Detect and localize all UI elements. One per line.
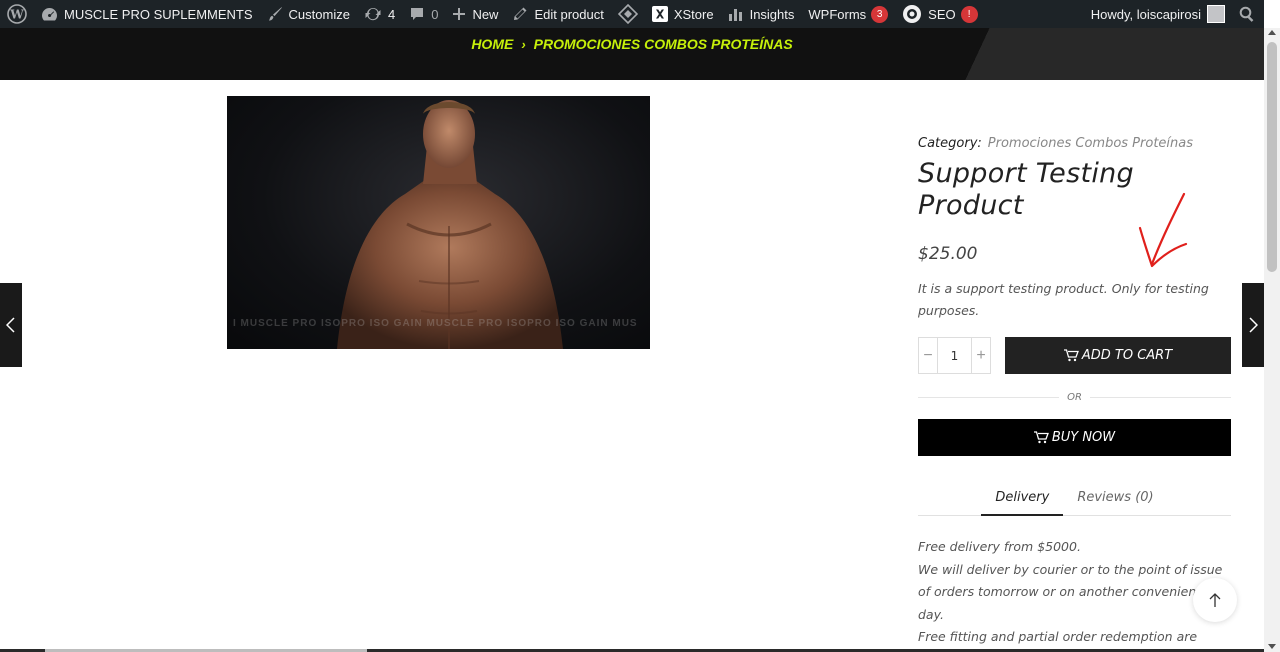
pencil-icon <box>514 7 527 20</box>
avatar <box>1207 5 1225 23</box>
breadcrumb-current: PROMOCIONES COMBOS PROTEÍNAS <box>533 36 793 52</box>
customize-label: Customize <box>288 6 350 22</box>
search-icon <box>1239 6 1254 22</box>
bar-chart-icon <box>728 9 742 21</box>
quantity-input[interactable]: 1 <box>937 338 972 373</box>
previous-product-button[interactable] <box>0 283 22 367</box>
tab-delivery[interactable]: Delivery <box>981 485 1064 516</box>
wpforms-badge: 3 <box>871 5 889 23</box>
edit-product-link[interactable]: Edit product <box>505 0 610 28</box>
category-link[interactable]: Promociones Combos Proteínas <box>988 136 1193 151</box>
add-to-cart-form: − 1 + ADD TO CART <box>918 337 1231 374</box>
add-to-cart-button[interactable]: ADD TO CART <box>1005 337 1231 374</box>
page-scrollbar[interactable] <box>1264 28 1280 652</box>
insights-label: Insights <box>749 6 795 22</box>
product-category: Category: Promociones Combos Proteínas <box>918 132 1232 154</box>
seo-menu[interactable]: SEO ! <box>895 0 984 28</box>
product-short-description: It is a support testing product. Only fo… <box>918 281 1209 318</box>
diamond-icon <box>617 4 638 24</box>
dashboard-icon <box>42 7 57 20</box>
separator-line <box>918 396 1060 398</box>
image-watermark: I MUSCLE PRO ISOPRO ISO GAIN MUSCLE PRO … <box>233 318 638 329</box>
admin-bar: W MUSCLE PRO SUPLEMMENTS Customize 4 0 N… <box>0 0 1264 28</box>
category-label: Category: <box>918 135 982 151</box>
or-label: OR <box>1067 391 1082 403</box>
edit-product-label: Edit product <box>534 6 604 22</box>
wordpress-logo[interactable]: W <box>0 0 34 28</box>
seo-label: SEO <box>928 6 956 22</box>
plus-icon <box>453 8 466 20</box>
xstore-icon <box>651 6 668 22</box>
insights-link[interactable]: Insights <box>721 0 802 28</box>
buy-now-button[interactable]: BUY NOW <box>918 419 1231 456</box>
site-name-label: MUSCLE PRO SUPLEMMENTS <box>64 6 253 22</box>
admin-search[interactable] <box>1232 0 1264 28</box>
my-account-menu[interactable]: Howdy, loiscapirosi <box>1084 0 1232 28</box>
xstore-menu[interactable]: XStore <box>645 0 721 28</box>
product-photo <box>337 100 563 349</box>
xstore-label: XStore <box>673 6 714 22</box>
back-to-top-button[interactable] <box>1193 578 1237 622</box>
next-product-button[interactable] <box>1242 283 1264 367</box>
cart-icon <box>1063 349 1079 362</box>
site-name-menu[interactable]: MUSCLE PRO SUPLEMMENTS <box>34 0 260 28</box>
wpforms-label: WPForms <box>808 6 867 22</box>
breadcrumb: HOME › PROMOCIONES COMBOS PROTEÍNAS <box>0 28 1264 60</box>
seo-gear-icon <box>903 5 922 23</box>
updates-link[interactable]: 4 <box>357 0 402 28</box>
updates-icon <box>365 7 381 21</box>
seo-badge: ! <box>960 5 978 23</box>
new-content-link[interactable]: New <box>445 0 505 28</box>
or-separator: OR <box>918 390 1232 404</box>
separator-line <box>1089 396 1232 398</box>
tab-reviews[interactable]: Reviews (0) <box>1063 485 1167 515</box>
cart-icon <box>1033 431 1049 444</box>
delivery-line: We will deliver by courier or to the poi… <box>918 561 1223 622</box>
annotation-arrow-icon <box>1138 192 1188 268</box>
arrow-up-icon <box>1209 593 1221 607</box>
buy-now-label: BUY NOW <box>1051 430 1116 445</box>
quantity-plus-button[interactable]: + <box>972 338 990 373</box>
scrollbar-thumb[interactable] <box>1267 42 1277 272</box>
breadcrumb-banner: HOME › PROMOCIONES COMBOS PROTEÍNAS <box>0 28 1264 80</box>
wordpress-icon: W <box>7 4 27 24</box>
comment-icon <box>411 8 424 20</box>
delivery-line: Free delivery from $5000. <box>918 539 1081 554</box>
brush-icon <box>268 7 282 21</box>
scroll-up-arrow-icon[interactable] <box>1268 30 1276 35</box>
howdy-label: Howdy, loiscapirosi <box>1090 6 1201 22</box>
wpforms-menu[interactable]: WPForms 3 <box>801 0 895 28</box>
comments-link[interactable]: 0 <box>402 0 445 28</box>
updates-count: 4 <box>387 6 396 22</box>
diamond-menu[interactable] <box>611 0 645 28</box>
chevron-right-icon <box>1249 317 1258 333</box>
add-to-cart-label: ADD TO CART <box>1081 348 1173 363</box>
quantity-minus-button[interactable]: − <box>919 338 937 373</box>
comments-count: 0 <box>431 6 439 22</box>
new-label: New <box>472 6 499 22</box>
product-image[interactable]: I MUSCLE PRO ISOPRO ISO GAIN MUSCLE PRO … <box>227 96 650 349</box>
chevron-right-icon: › <box>521 36 526 52</box>
chevron-left-icon <box>6 317 15 333</box>
scroll-down-arrow-icon[interactable] <box>1268 644 1276 649</box>
svg-text:W: W <box>9 8 24 22</box>
quantity-stepper: − 1 + <box>918 337 991 374</box>
breadcrumb-home[interactable]: HOME <box>471 36 513 52</box>
customize-link[interactable]: Customize <box>260 0 357 28</box>
delivery-tab-content: Free delivery from $5000. We will delive… <box>918 536 1223 652</box>
product-tabs: Delivery Reviews (0) <box>918 485 1231 516</box>
